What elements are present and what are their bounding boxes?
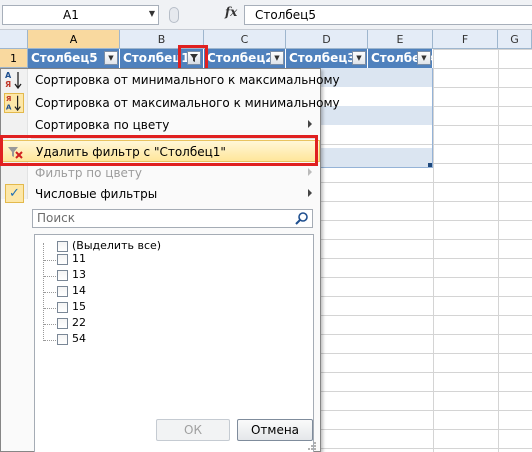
menu-item-label: Сортировка по цвету: [35, 118, 170, 132]
filter-dropdown-button[interactable]: ▼: [352, 51, 366, 65]
table-row-band[interactable]: [320, 125, 432, 144]
formula-value: Столбец5: [255, 8, 316, 22]
autofilter-menu: АЯ Сортировка от минимального к максимал…: [0, 68, 340, 452]
list-item[interactable]: 54: [35, 332, 305, 348]
checkbox[interactable]: [57, 318, 68, 329]
checkmark-icon: ✓: [5, 184, 24, 203]
grid-line: [433, 49, 434, 452]
sort-descending-icon: ЯА: [4, 93, 24, 113]
list-item[interactable]: 15: [35, 300, 305, 316]
search-placeholder: Поиск: [37, 211, 76, 225]
filter-dropdown-button[interactable]: ▼: [270, 51, 284, 65]
resize-handle-icon[interactable]: [169, 7, 179, 23]
search-icon: [295, 212, 308, 225]
column-header-e[interactable]: E: [368, 30, 433, 49]
formula-bar-resize[interactable]: [163, 5, 215, 25]
menu-item-label: Числовые фильтры: [35, 187, 158, 201]
list-item[interactable]: 22: [35, 316, 305, 332]
table-resize-handle[interactable]: [428, 163, 432, 167]
list-item-label: 11: [72, 252, 86, 265]
list-item[interactable]: 11: [35, 252, 305, 268]
grid-line: [498, 49, 499, 452]
menu-item-label: Сортировка от минимального к максимально…: [35, 73, 340, 87]
name-box[interactable]: A1 ▼: [2, 5, 159, 25]
svg-text:А: А: [6, 102, 12, 111]
menu-item-label: Фильтр по цвету: [35, 166, 143, 180]
table-border: [320, 167, 433, 168]
sort-ascending-icon: АЯ: [4, 70, 24, 90]
column-header-g[interactable]: G: [498, 30, 532, 49]
list-item[interactable]: 14: [35, 284, 305, 300]
formula-input[interactable]: Столбец5: [244, 5, 532, 25]
insert-function-button[interactable]: fx: [225, 5, 237, 19]
menu-item-filter-by-color: Фильтр по цвету: [1, 162, 320, 184]
submenu-arrow-icon: [308, 189, 312, 197]
column-header-a[interactable]: A: [28, 30, 120, 49]
resize-grip-icon[interactable]: [307, 441, 317, 451]
table-row-band[interactable]: [320, 148, 432, 167]
table-border: [432, 68, 433, 168]
list-item-label: 15: [72, 300, 86, 313]
menu-item-sort-desc[interactable]: ЯА Сортировка от максимального к минимал…: [1, 92, 340, 114]
chevron-down-icon[interactable]: ▼: [149, 9, 155, 18]
menu-item-sort-by-color[interactable]: Сортировка по цвету: [1, 114, 320, 136]
select-all-corner[interactable]: [0, 30, 28, 49]
cancel-button[interactable]: Отмена: [237, 419, 313, 441]
checkbox[interactable]: [57, 302, 68, 313]
menu-item-sort-asc[interactable]: АЯ Сортировка от минимального к максимал…: [1, 69, 340, 91]
submenu-arrow-icon: [308, 168, 312, 176]
column-header-f[interactable]: F: [433, 30, 498, 49]
svg-text:А: А: [5, 71, 12, 80]
filter-dropdown-button[interactable]: ▼: [104, 51, 118, 65]
filter-dropdown-button[interactable]: ▼: [417, 51, 431, 65]
row-header-1[interactable]: 1: [0, 49, 28, 68]
svg-text:Я: Я: [5, 80, 11, 89]
name-box-value: A1: [63, 8, 79, 22]
search-input[interactable]: Поиск: [32, 209, 313, 228]
menu-item-label: Сортировка от максимального к минимально…: [35, 96, 340, 110]
column-header-d[interactable]: D: [286, 30, 368, 49]
menu-item-number-filters[interactable]: ✓ Числовые фильтры: [1, 183, 320, 205]
checkbox[interactable]: [57, 254, 68, 265]
list-item[interactable]: 13: [35, 268, 305, 284]
checkbox[interactable]: [57, 241, 68, 252]
ok-button[interactable]: ОК: [156, 419, 230, 441]
formula-bar: A1 ▼ fx Столбец5: [0, 0, 532, 30]
submenu-arrow-icon: [308, 120, 312, 128]
checkbox[interactable]: [57, 270, 68, 281]
checkbox[interactable]: [57, 334, 68, 345]
list-item-label: (Выделить все): [72, 239, 162, 252]
list-item-label: 54: [72, 332, 86, 345]
column-header-c[interactable]: C: [204, 30, 286, 49]
list-item-label: 13: [72, 268, 86, 281]
list-item-label: 14: [72, 284, 86, 297]
checkbox[interactable]: [57, 286, 68, 297]
list-item-label: 22: [72, 316, 86, 329]
